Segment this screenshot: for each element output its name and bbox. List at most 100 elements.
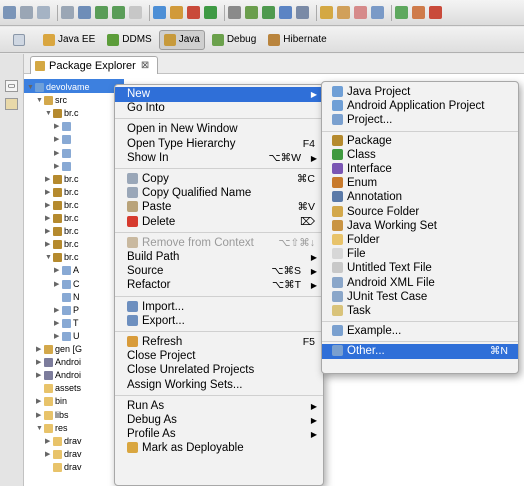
menu-item-assign-working-sets[interactable]: Assign Working Sets... xyxy=(115,378,323,393)
menu-item-refactor[interactable]: Refactor ⌥⌘T ▶ xyxy=(115,278,323,293)
submenu-item-untitled-text-file[interactable]: Untitled Text File xyxy=(322,261,518,276)
twisty-icon[interactable]: ▶ xyxy=(45,225,52,238)
menu-item-debug-as[interactable]: Debug As ▶ xyxy=(115,413,323,428)
tree-row[interactable]: ▶ br.c xyxy=(45,186,79,199)
menu-item-show-in[interactable]: Show In ⌥⌘W ▶ xyxy=(115,151,323,166)
menu-item-profile-as[interactable]: Profile As ▶ xyxy=(115,427,323,442)
tree-row[interactable]: ▶ C xyxy=(54,278,80,291)
toolbar-icon[interactable] xyxy=(78,6,91,19)
toolbar-icon[interactable] xyxy=(228,6,241,19)
tree-row[interactable]: ▼ devolvame xyxy=(27,81,90,94)
submenu-item-android-application-project[interactable]: Android Application Project xyxy=(322,99,518,114)
toolbar-icon[interactable] xyxy=(395,6,408,19)
tree-row[interactable]: ▶ xyxy=(54,160,73,173)
toolbar-icon[interactable] xyxy=(37,6,50,19)
package-explorer-mini-icon[interactable] xyxy=(5,98,18,110)
menu-item-paste[interactable]: Paste ⌘V xyxy=(115,200,323,215)
toolbar-icon[interactable] xyxy=(320,6,333,19)
tree-row[interactable]: ▶ libs xyxy=(36,409,69,422)
twisty-icon[interactable]: ▼ xyxy=(36,94,43,107)
twisty-icon[interactable]: ▶ xyxy=(54,120,61,133)
tree-row[interactable]: ▶ T xyxy=(54,317,79,330)
toolbar-icon[interactable] xyxy=(153,6,166,19)
twisty-icon[interactable]: ▶ xyxy=(36,409,43,422)
tree-row[interactable]: ▶ bin xyxy=(36,395,67,408)
tree-row[interactable]: ▼ res xyxy=(36,422,68,435)
twisty-icon[interactable]: ▶ xyxy=(54,264,61,277)
submenu-item-folder[interactable]: Folder xyxy=(322,233,518,248)
submenu-item-java-project[interactable]: Java Project xyxy=(322,85,518,100)
twisty-icon[interactable]: ▶ xyxy=(36,343,43,356)
toolbar-icon[interactable] xyxy=(354,6,367,19)
submenu-item-enum[interactable]: Enum xyxy=(322,176,518,191)
tree-row[interactable]: ▶ br.c xyxy=(45,173,79,186)
tree-row[interactable]: ▶ xyxy=(54,147,73,160)
menu-item-close-unrelated-projects[interactable]: Close Unrelated Projects xyxy=(115,363,323,378)
menu-item-delete[interactable]: Delete ⌦ xyxy=(115,215,323,230)
close-icon[interactable]: ⊠ xyxy=(141,60,149,71)
toolbar-icon[interactable] xyxy=(262,6,275,19)
menu-item-refresh[interactable]: Refresh F5 xyxy=(115,335,323,350)
twisty-icon[interactable]: ▶ xyxy=(54,304,61,317)
toolbar-icon[interactable] xyxy=(20,6,33,19)
toolbar-icon[interactable] xyxy=(112,6,125,19)
tree-row[interactable]: ▶ br.c xyxy=(45,225,79,238)
submenu-item-java-working-set[interactable]: Java Working Set xyxy=(322,219,518,234)
toolbar-icon[interactable] xyxy=(3,6,16,19)
twisty-icon[interactable]: ▶ xyxy=(54,278,61,291)
tree-row[interactable]: ▶ drav xyxy=(45,435,82,448)
toolbar-icon[interactable] xyxy=(296,6,309,19)
tree-row[interactable]: ▶ xyxy=(54,120,73,133)
submenu-item-android-xml-file[interactable]: Android XML File xyxy=(322,276,518,291)
toolbar-icon[interactable] xyxy=(337,6,350,19)
menu-item-run-as[interactable]: Run As ▶ xyxy=(115,399,323,414)
tree-row[interactable]: ▶ br.c xyxy=(45,238,79,251)
menu-item-open-type-hierarchy[interactable]: Open Type Hierarchy F4 xyxy=(115,137,323,152)
restore-icon[interactable]: ▭ xyxy=(5,80,18,92)
toolbar-icon[interactable] xyxy=(187,6,200,19)
twisty-icon[interactable]: ▶ xyxy=(54,133,61,146)
twisty-icon[interactable]: ▼ xyxy=(27,81,34,94)
twisty-icon[interactable]: ▶ xyxy=(54,330,61,343)
twisty-icon[interactable]: ▶ xyxy=(45,448,52,461)
twisty-icon[interactable]: ▶ xyxy=(45,173,52,186)
menu-item-mark-as-deployable[interactable]: Mark as Deployable xyxy=(115,441,323,456)
twisty-icon[interactable]: ▶ xyxy=(36,356,43,369)
tree-row[interactable]: ▶ P xyxy=(54,304,79,317)
submenu-item-class[interactable]: Class xyxy=(322,148,518,163)
menu-item-go-into[interactable]: Go Into xyxy=(115,101,323,116)
open-perspective-button[interactable] xyxy=(6,30,32,50)
menu-item-import[interactable]: Import... xyxy=(115,300,323,315)
twisty-icon[interactable]: ▶ xyxy=(45,238,52,251)
twisty-icon[interactable]: ▶ xyxy=(45,186,52,199)
tree-row[interactable]: ▶ gen [G xyxy=(36,343,82,356)
menu-item-export[interactable]: Export... xyxy=(115,314,323,329)
tree-row[interactable]: drav xyxy=(45,461,82,474)
menu-item-copy-qualified-name[interactable]: Copy Qualified Name xyxy=(115,186,323,201)
toolbar-icon[interactable] xyxy=(412,6,425,19)
perspective-java-ee[interactable]: Java EE xyxy=(38,30,100,50)
tab-package-explorer[interactable]: Package Explorer ⊠ xyxy=(30,56,159,74)
toolbar-icon[interactable] xyxy=(61,6,74,19)
tree-row[interactable]: ▶ U xyxy=(54,330,80,343)
tree-row[interactable]: ▶ drav xyxy=(45,448,82,461)
tree-row[interactable]: ▼ br.c xyxy=(45,107,79,120)
submenu-item-file[interactable]: File xyxy=(322,247,518,262)
toolbar-icon[interactable] xyxy=(371,6,384,19)
tree-row[interactable]: ▼ br.c xyxy=(45,251,79,264)
toolbar-icon[interactable] xyxy=(429,6,442,19)
submenu-item-junit-test-case[interactable]: JUnit Test Case xyxy=(322,290,518,305)
perspective-debug[interactable]: Debug xyxy=(207,30,261,50)
twisty-icon[interactable]: ▶ xyxy=(45,212,52,225)
menu-item-copy[interactable]: Copy ⌘C xyxy=(115,172,323,187)
tree-row[interactable]: ▶ Androi xyxy=(36,369,81,382)
submenu-item-other[interactable]: Other... ⌘N xyxy=(322,344,518,360)
perspective-java[interactable]: Java xyxy=(158,29,205,50)
toolbar-icon[interactable] xyxy=(204,6,217,19)
toolbar-icon[interactable] xyxy=(170,6,183,19)
tree-row[interactable]: ▶ A xyxy=(54,264,79,277)
twisty-icon[interactable]: ▼ xyxy=(36,422,43,435)
twisty-icon[interactable]: ▶ xyxy=(45,435,52,448)
perspective-hibernate[interactable]: Hibernate xyxy=(263,30,331,50)
perspective-ddms[interactable]: DDMS xyxy=(102,30,156,50)
